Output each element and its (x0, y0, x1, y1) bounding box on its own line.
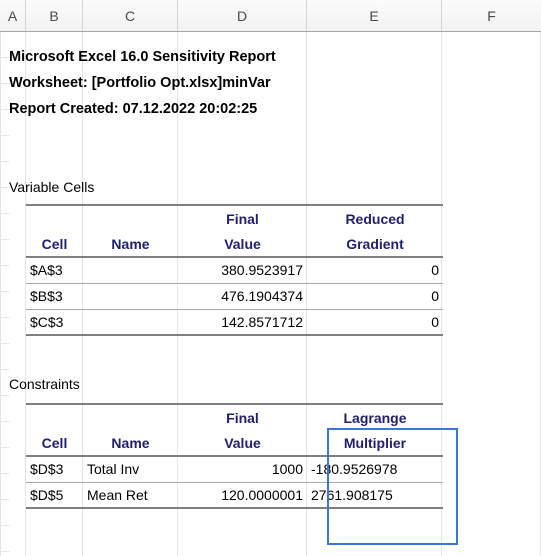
report-title-line-1: Microsoft Excel 16.0 Sensitivity Report (9, 49, 276, 65)
worksheet-grid[interactable]: Microsoft Excel 16.0 Sensitivity Report … (0, 32, 541, 556)
header-name: Name (83, 430, 178, 457)
gridline-horizontal (0, 343, 10, 344)
column-header-c[interactable]: C (83, 0, 178, 31)
header-final-value-line1: Final (178, 403, 307, 430)
column-header-b[interactable]: B (26, 0, 83, 31)
row-cell-name[interactable] (83, 309, 178, 336)
gridline-horizontal (0, 317, 10, 318)
report-worksheet-line: Worksheet: [Portfolio Opt.xlsx]minVar (9, 75, 271, 91)
header-lagrange-multiplier-line1: Lagrange (307, 403, 443, 430)
gridline-horizontal (0, 395, 10, 396)
constraints-table: Final Lagrange Cell Name Value Multiplie… (26, 403, 443, 509)
row-cell-name[interactable] (83, 257, 178, 284)
row-final-value[interactable]: 476.1904374 (178, 283, 307, 310)
table-row[interactable]: $A$3 380.9523917 0 (26, 257, 443, 284)
header-reduced-gradient-line1: Reduced (307, 204, 443, 231)
table-row[interactable]: $D$5 Mean Ret 120.0000001 2761.908175 (26, 482, 443, 509)
row-cell-ref[interactable]: $D$5 (26, 482, 83, 509)
header-final-value-line1: Final (178, 204, 307, 231)
row-final-value[interactable]: 1000 (178, 456, 307, 483)
header-cell: Cell (26, 430, 83, 457)
gridline-horizontal (0, 239, 10, 240)
row-final-value[interactable]: 120.0000001 (178, 482, 307, 509)
gridline-horizontal (0, 135, 10, 136)
header-blank-name (83, 204, 178, 231)
table-row[interactable]: $C$3 142.8571712 0 (26, 309, 443, 336)
header-blank-cell (26, 204, 83, 231)
table-header-row-bottom: Cell Name Value Multiplier (26, 430, 443, 457)
row-final-value[interactable]: 380.9523917 (178, 257, 307, 284)
header-reduced-gradient-line2: Gradient (307, 231, 443, 258)
row-cell-name[interactable] (83, 283, 178, 310)
table-header-row-bottom: Cell Name Value Gradient (26, 231, 443, 258)
gridline-horizontal (0, 161, 10, 162)
column-header-e[interactable]: E (307, 0, 442, 31)
gridline-horizontal (0, 291, 10, 292)
variable-cells-table: Final Reduced Cell Name Value Gradient $… (26, 204, 443, 336)
section-label-variable-cells: Variable Cells (9, 179, 95, 195)
gridline-horizontal (0, 525, 10, 526)
gridline-horizontal (0, 551, 10, 552)
table-row[interactable]: $D$3 Total Inv 1000 -180.9526978 (26, 456, 443, 483)
gridline-horizontal (0, 499, 10, 500)
row-lagrange-multiplier[interactable]: 2761.908175 (307, 482, 443, 509)
header-cell: Cell (26, 231, 83, 258)
row-cell-ref[interactable]: $B$3 (26, 283, 83, 310)
table-header-row-top: Final Reduced (26, 204, 443, 231)
gridline-horizontal (0, 447, 10, 448)
header-blank-name (83, 403, 178, 430)
row-lagrange-multiplier[interactable]: -180.9526978 (307, 456, 443, 483)
header-name: Name (83, 231, 178, 258)
row-reduced-gradient[interactable]: 0 (307, 257, 443, 284)
header-lagrange-multiplier-line2: Multiplier (307, 430, 443, 457)
column-header-d[interactable]: D (178, 0, 307, 31)
row-reduced-gradient[interactable]: 0 (307, 283, 443, 310)
row-cell-ref[interactable]: $A$3 (26, 257, 83, 284)
row-cell-name[interactable]: Mean Ret (83, 482, 178, 509)
header-final-value-line2: Value (178, 430, 307, 457)
gridline-vertical (0, 32, 1, 556)
section-label-constraints: Constraints (9, 376, 80, 392)
table-row[interactable]: $B$3 476.1904374 0 (26, 283, 443, 310)
column-header-f[interactable]: F (442, 0, 541, 31)
row-cell-ref[interactable]: $D$3 (26, 456, 83, 483)
gridline-horizontal (0, 473, 10, 474)
gridline-horizontal (0, 421, 10, 422)
row-reduced-gradient[interactable]: 0 (307, 309, 443, 336)
report-title-block: Microsoft Excel 16.0 Sensitivity Report … (9, 44, 276, 122)
gridline-horizontal (0, 369, 10, 370)
gridline-horizontal (0, 265, 10, 266)
header-blank-cell (26, 403, 83, 430)
column-header-a[interactable]: A (0, 0, 26, 31)
row-cell-ref[interactable]: $C$3 (26, 309, 83, 336)
report-created-line: Report Created: 07.12.2022 20:02:25 (9, 101, 258, 117)
row-final-value[interactable]: 142.8571712 (178, 309, 307, 336)
column-header-row: A B C D E F (0, 0, 541, 32)
header-final-value-line2: Value (178, 231, 307, 258)
gridline-horizontal (0, 213, 10, 214)
row-cell-name[interactable]: Total Inv (83, 456, 178, 483)
table-header-row-top: Final Lagrange (26, 403, 443, 430)
